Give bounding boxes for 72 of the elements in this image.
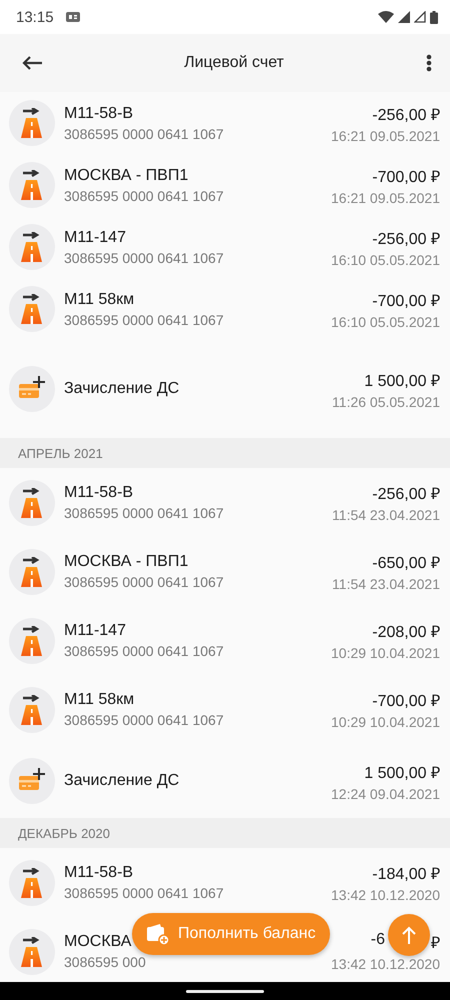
transaction-time: 13:42 10.12.2020 (331, 887, 440, 903)
top-up-button[interactable]: Пополнить баланс (132, 913, 330, 955)
road-arrow-icon (20, 232, 44, 262)
road-arrow-icon (20, 488, 44, 518)
transaction-time: 16:10 05.05.2021 (331, 252, 440, 268)
road-arrow-icon (20, 626, 44, 656)
transaction-title: М11-58-В (64, 104, 134, 122)
screen-title: Лицевой счет (183, 54, 285, 72)
transaction-time: 16:21 09.05.2021 (331, 128, 440, 144)
amount: ₽ (431, 934, 440, 953)
transaction-title: Зачисление ДС (64, 772, 180, 790)
signal-icon (398, 11, 410, 23)
amount: -184,00 ₽ (372, 865, 440, 884)
amount: -208,00 ₽ (372, 623, 440, 642)
amount: -700,00 ₽ (372, 292, 440, 310)
transaction-title: МОСКВА - ПВП1 (64, 166, 188, 184)
card-number: 3086595 0000 0641 1067 (64, 188, 224, 204)
more-vertical-icon (426, 54, 432, 72)
card-number: 3086595 000 (64, 954, 146, 970)
road-arrow-icon (20, 868, 44, 898)
card-number: 3086595 0000 0641 1067 (64, 712, 224, 728)
amount: -256,00 ₽ (372, 106, 440, 124)
home-handle[interactable] (186, 990, 264, 992)
road-arrow-icon (20, 936, 44, 966)
road-arrow-icon (20, 694, 44, 724)
amount: 1 500,00 ₽ (364, 764, 440, 782)
wifi-icon (378, 11, 394, 23)
transaction-time: 12:24 09.04.2021 (331, 786, 440, 802)
transaction-title: М11-58-В (64, 484, 134, 502)
transaction-title: М11-58-В (64, 864, 134, 882)
amount: 1 500,00 ₽ (364, 372, 440, 390)
road-arrow-icon (20, 294, 44, 324)
transaction-title: МОСКВА - ПВП1 (64, 553, 188, 571)
amount: -256,00 ₽ (372, 230, 440, 248)
amount: -700,00 ₽ (372, 168, 440, 186)
transaction-time: 10:29 10.04.2021 (331, 714, 440, 730)
card-number: 3086595 0000 0641 1067 (64, 126, 224, 142)
wallet-plus-icon (146, 923, 170, 945)
month-header: ДЕКАБРЬ 2020 (0, 818, 450, 848)
road-arrow-icon (20, 556, 44, 586)
road-arrow-icon (20, 108, 44, 138)
battery-icon (430, 10, 438, 24)
transaction-title: МОСКВА (64, 933, 132, 951)
amount: -700,00 ₽ (372, 692, 440, 711)
sim-card-icon (66, 12, 80, 22)
month-header: АПРЕЛЬ 2021 (0, 438, 450, 468)
road-arrow-icon (20, 170, 44, 200)
card-number: 3086595 0000 0641 1067 (64, 505, 224, 521)
transaction-time: 16:21 09.05.2021 (331, 190, 440, 206)
signal-empty-icon (414, 11, 426, 23)
transaction-time: 11:54 23.04.2021 (332, 576, 440, 592)
amount: -256,00 ₽ (372, 485, 440, 504)
card-number: 3086595 0000 0641 1067 (64, 643, 224, 659)
card-number: 3086595 0000 0641 1067 (64, 885, 224, 901)
transaction-title: М11-147 (64, 622, 126, 640)
amount: -6 (370, 931, 385, 950)
card-number: 3086595 0000 0641 1067 (64, 250, 224, 266)
amount: -650,00 ₽ (372, 554, 440, 573)
transaction-time: 13:42 10.12.2020 (331, 956, 440, 972)
transaction-time: 10:29 10.04.2021 (331, 645, 440, 661)
transaction-title: М11 58км (64, 290, 134, 308)
arrow-up-icon (402, 926, 416, 944)
clock-time: 13:15 (16, 8, 54, 26)
transaction-time: 11:54 23.04.2021 (332, 507, 440, 523)
transaction-title: М11-147 (64, 228, 126, 246)
transaction-title: Зачисление ДС (64, 380, 180, 398)
back-arrow-icon (22, 56, 42, 70)
card-number: 3086595 0000 0641 1067 (64, 574, 224, 590)
card-number: 3086595 0000 0641 1067 (64, 312, 224, 328)
transaction-title: М11 58км (64, 691, 134, 709)
transaction-time: 11:26 05.05.2021 (332, 394, 440, 410)
transaction-time: 16:10 05.05.2021 (331, 314, 440, 330)
